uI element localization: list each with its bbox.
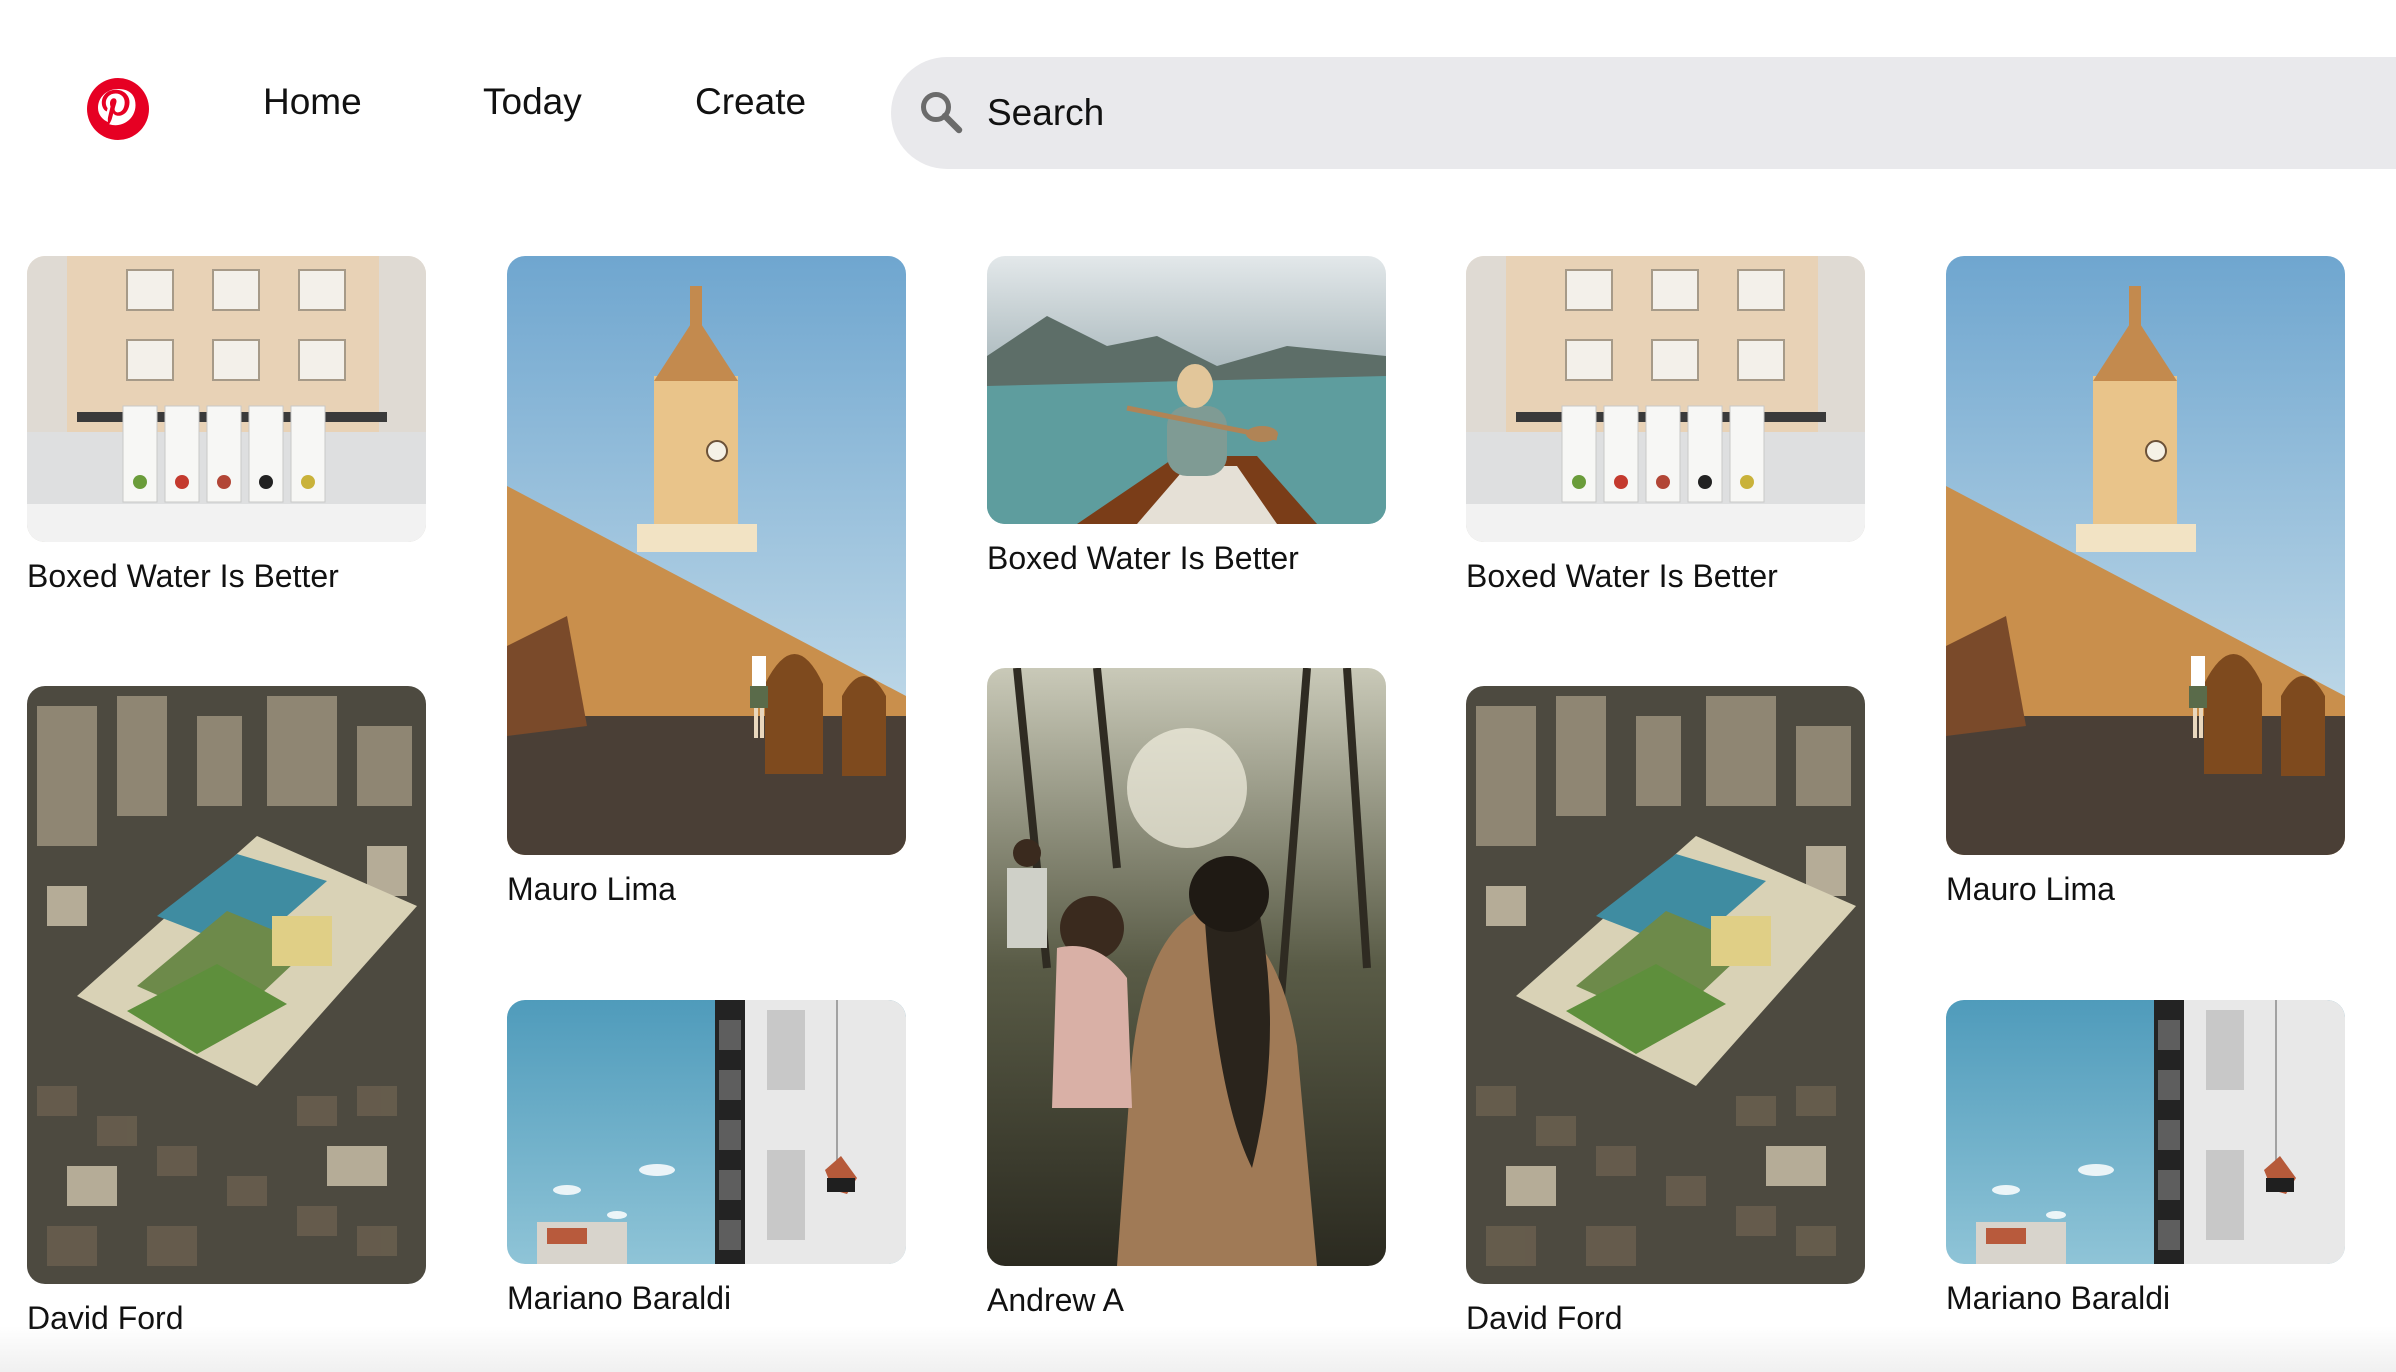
pin-image-window-cleaner[interactable] — [1946, 1000, 2345, 1264]
pin-image-forest-people[interactable] — [987, 668, 1386, 1266]
bottom-fade-overlay — [0, 1326, 2396, 1372]
pin-card[interactable]: David Ford — [27, 686, 426, 1338]
pin-image-clock-tower[interactable] — [507, 256, 906, 855]
pin-title: Boxed Water Is Better — [987, 540, 1299, 576]
pin-card[interactable]: Mauro Lima — [1946, 256, 2345, 909]
nav-today-link[interactable]: Today — [483, 74, 582, 130]
pin-card[interactable]: Boxed Water Is Better — [1466, 256, 1865, 596]
pin-card[interactable]: Mariano Baraldi — [507, 1000, 906, 1318]
pin-image-canoe-lake[interactable] — [987, 256, 1386, 524]
pin-image-aerial-city[interactable] — [1466, 686, 1865, 1284]
pin-title: Mariano Baraldi — [507, 1280, 732, 1316]
pin-card[interactable]: Boxed Water Is Better — [27, 256, 426, 596]
search-input[interactable] — [987, 85, 2287, 141]
pin-card[interactable]: Andrew A — [987, 668, 1386, 1320]
pin-title: Boxed Water Is Better — [1466, 558, 1778, 594]
pin-title: Boxed Water Is Better — [27, 558, 339, 594]
pin-title: Mauro Lima — [1946, 871, 2115, 907]
pin-title: Mauro Lima — [507, 871, 676, 907]
pin-image-aerial-city[interactable] — [27, 686, 426, 1284]
pin-card[interactable]: Mauro Lima — [507, 256, 906, 909]
search-icon — [917, 83, 965, 143]
pinterest-logo-icon[interactable] — [87, 78, 149, 140]
pin-image-window-cleaner[interactable] — [507, 1000, 906, 1264]
pin-title: Mariano Baraldi — [1946, 1280, 2171, 1316]
pin-image-boxed-water[interactable] — [1466, 256, 1865, 542]
pin-title: Andrew A — [987, 1282, 1124, 1318]
nav-create-link[interactable]: Create — [695, 74, 806, 130]
pin-card[interactable]: David Ford — [1466, 686, 1865, 1338]
pin-card[interactable]: Mariano Baraldi — [1946, 1000, 2345, 1318]
top-navigation-bar: Home Today Create — [0, 0, 2396, 200]
nav-home-link[interactable]: Home — [263, 74, 362, 130]
pin-image-boxed-water[interactable] — [27, 256, 426, 542]
pin-image-clock-tower[interactable] — [1946, 256, 2345, 855]
pin-card[interactable]: Boxed Water Is Better — [987, 256, 1386, 578]
search-bar[interactable] — [891, 57, 2396, 169]
